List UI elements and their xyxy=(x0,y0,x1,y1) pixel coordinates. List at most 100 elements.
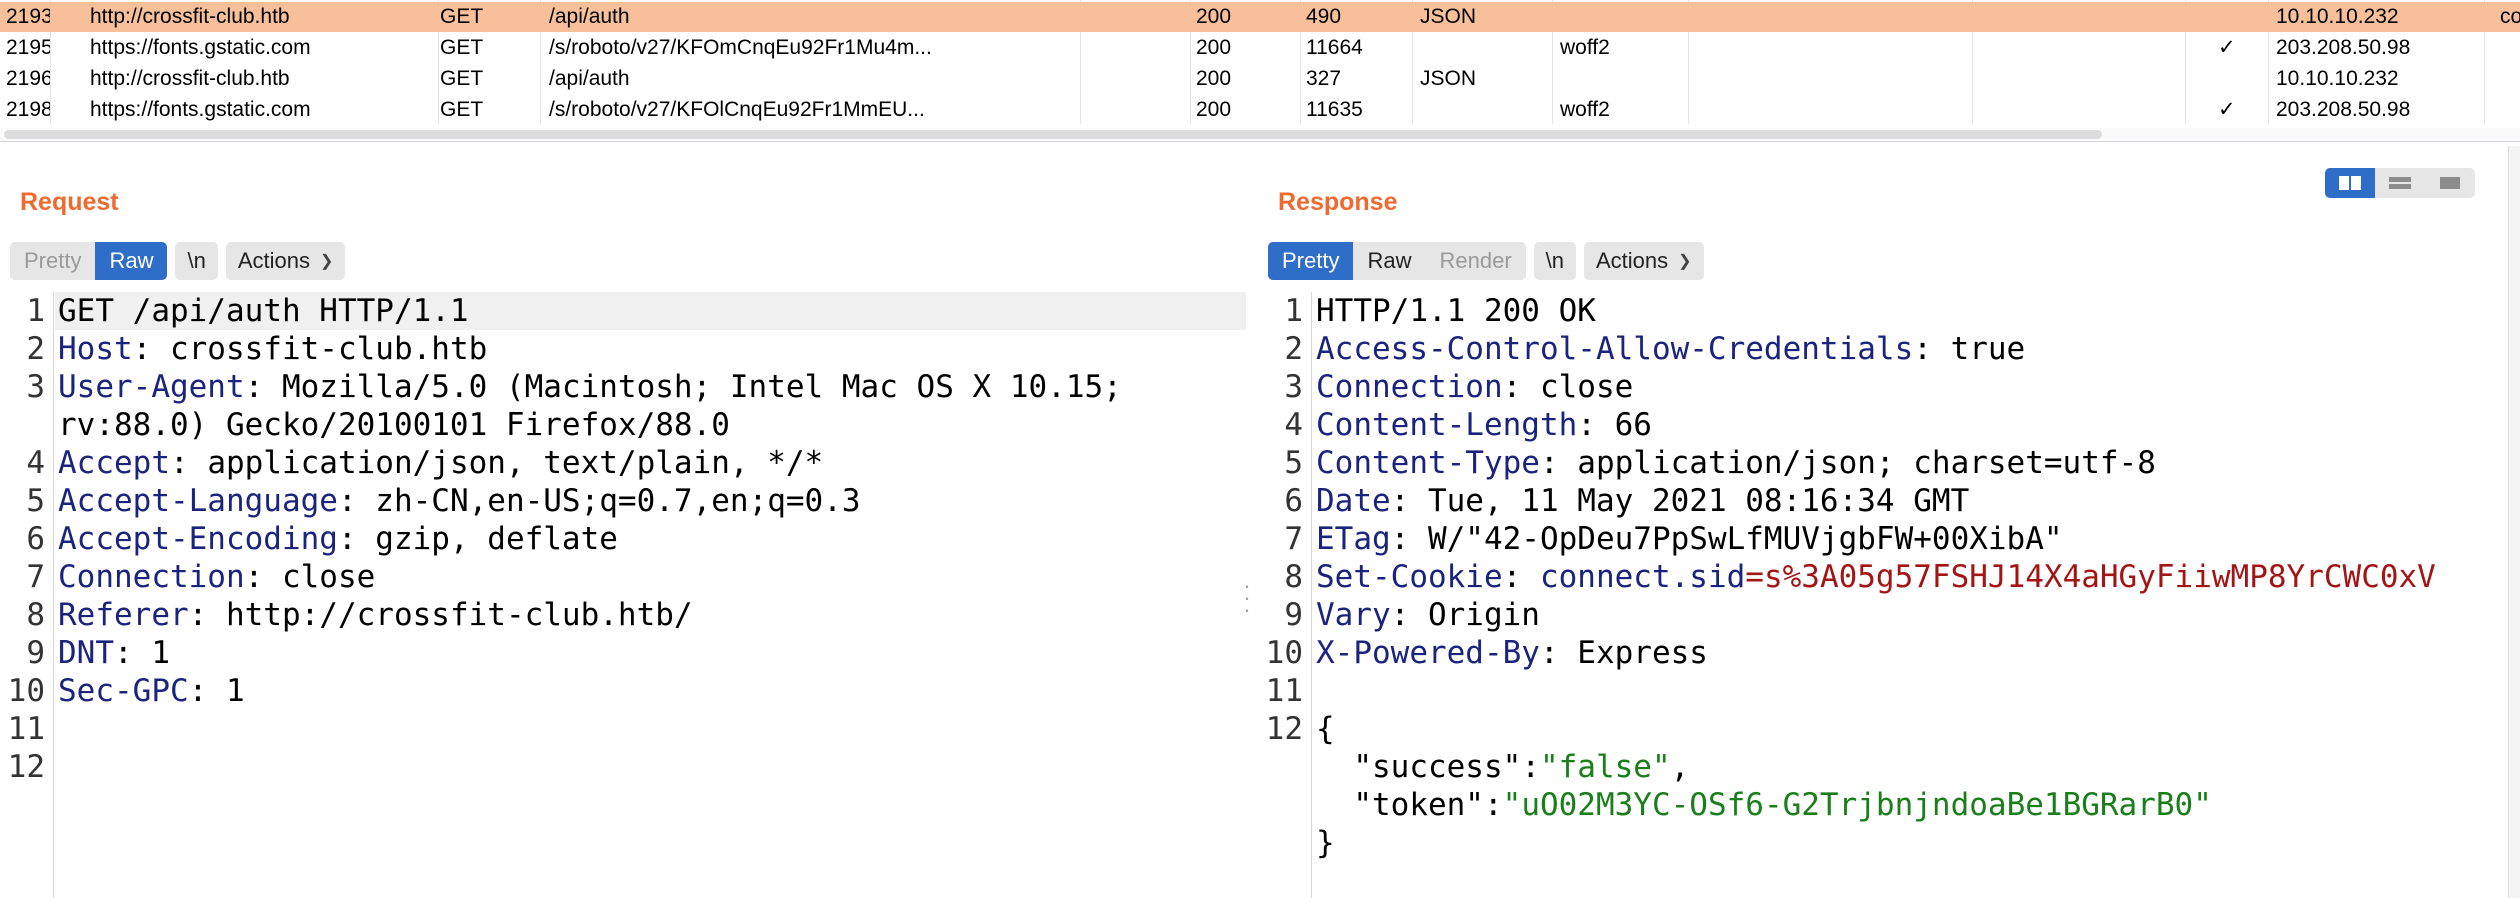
cell-host: http://crossfit-club.htb xyxy=(90,67,290,90)
code-line: Date: Tue, 11 May 2021 08:16:34 GMT xyxy=(1316,483,1970,519)
cell-ip: 203.208.50.98 xyxy=(2276,98,2411,121)
line-number: 1 xyxy=(26,293,45,329)
cell-method: GET xyxy=(440,98,484,121)
tab-raw[interactable]: Raw xyxy=(95,242,168,280)
cell-host: http://crossfit-club.htb xyxy=(90,5,290,28)
cell-method: GET xyxy=(440,5,484,28)
header-name: Set-Cookie xyxy=(1316,559,1503,595)
separator: : xyxy=(244,369,282,405)
line-number-gutter: 1 2 3 4 5 6 7 8 9 10 11 12 xyxy=(0,292,54,898)
scrollbar-thumb[interactable] xyxy=(4,130,2102,139)
table-row[interactable]: 2196 http://crossfit-club.htb GET/api/auth… xyxy=(0,64,2520,94)
newline-toggle-button[interactable]: \n xyxy=(1533,242,1576,280)
drag-handle-icon[interactable]: · · · xyxy=(1240,575,1254,621)
table-row[interactable]: 2195 https://fonts.gstatic.com GET/s/robot… xyxy=(0,33,2520,63)
cell-extension xyxy=(1554,2,1684,32)
header-value: GET /api/auth HTTP/1.1 xyxy=(58,293,469,329)
request-editor[interactable]: 1 2 3 4 5 6 7 8 9 10 11 12 GET /api/auth HTTP/1.1 Ho… xyxy=(0,292,1246,898)
checkmark-icon xyxy=(2212,2,2262,32)
line-number: 9 xyxy=(26,635,45,671)
separator: : xyxy=(114,635,152,671)
actions-label: Actions xyxy=(1596,248,1669,273)
status-line: HTTP/1.1 200 OK xyxy=(1316,293,1596,329)
header-name: Connection xyxy=(1316,369,1503,405)
tab-pretty[interactable]: Pretty xyxy=(1268,242,1354,280)
cell-method: GET xyxy=(440,36,484,59)
line-number: 9 xyxy=(1284,597,1303,633)
cell-comment: co xyxy=(2500,5,2520,28)
proxy-history-table: 2193 http://crossfit-club.htb GET/api/auth… xyxy=(0,0,2520,142)
cell-number: 2195 xyxy=(6,36,50,59)
line-number: 10 xyxy=(7,673,45,709)
header-value: close xyxy=(281,559,376,595)
checkmark-icon: ✓ xyxy=(2218,98,2236,121)
actions-button[interactable]: Actions ❯ xyxy=(225,242,346,280)
cell-url: /s/roboto/v27/KFOmCnqEu92Fr1Mu4m... xyxy=(549,36,932,59)
line-number: 5 xyxy=(1284,445,1303,481)
header-name: Content-Type xyxy=(1316,445,1540,481)
response-view-tabs: Pretty Raw Render xyxy=(1268,242,1526,280)
chevron-down-icon: ❯ xyxy=(320,253,334,270)
header-name: Accept xyxy=(58,445,170,481)
code-line: Set-Cookie: connect.sid=s%3A05g57FSHJ14X… xyxy=(1316,559,2436,595)
header-name: Accept-Language xyxy=(58,483,338,519)
header-value: application/json; charset=utf-8 xyxy=(1577,445,2156,481)
cell-status: 200 xyxy=(1196,5,1232,28)
line-number-gutter: 1 2 3 4 5 6 7 8 9 10 11 12 xyxy=(1258,292,1312,898)
split-vertical-icon[interactable] xyxy=(2325,168,2375,198)
header-value: application/json, text/plain, */* xyxy=(207,445,824,481)
header-value: true xyxy=(1950,331,2026,367)
line-number: 3 xyxy=(26,369,45,405)
single-pane-icon[interactable] xyxy=(2425,168,2475,198)
table-row[interactable]: 2198 https://fonts.gstatic.com GET/s/robot… xyxy=(0,95,2520,125)
header-name: Connection xyxy=(58,559,245,595)
separator: : xyxy=(337,483,376,519)
cell-status: 200 xyxy=(1196,98,1232,121)
split-horizontal-icon[interactable] xyxy=(2375,168,2425,198)
header-value: Express xyxy=(1577,635,1708,671)
code-line: Accept-Language: zh-CN,en-US;q=0.7,en;q=… xyxy=(58,482,861,520)
cell-host: https://fonts.gstatic.com xyxy=(90,98,311,121)
code-line: GET /api/auth HTTP/1.1 xyxy=(58,292,469,330)
actions-button[interactable]: Actions ❯ xyxy=(1584,242,1704,280)
json-value: "uO02M3YC-OSf6-G2TrjbnjndoaBe1BGRarB0" xyxy=(1502,787,2212,823)
response-editor[interactable]: 1 2 3 4 5 6 7 8 9 10 11 12 HTTP/1.1 200 OK Access-C… xyxy=(1258,292,2520,898)
tab-raw[interactable]: Raw xyxy=(1353,242,1426,280)
newline-toggle-button[interactable]: \n xyxy=(175,242,218,280)
header-value: Tue, 11 May 2021 08:16:34 GMT xyxy=(1427,483,1970,519)
horizontal-scrollbar[interactable] xyxy=(0,128,2520,140)
separator: : xyxy=(188,673,226,709)
line-number: 2 xyxy=(26,331,45,367)
header-value: zh-CN,en-US;q=0.7,en;q=0.3 xyxy=(375,483,861,519)
cell-length: 490 xyxy=(1306,5,1342,28)
code-line: "token":"uO02M3YC-OSf6-G2TrjbnjndoaBe1BG… xyxy=(1353,787,2212,823)
code-line: Vary: Origin xyxy=(1316,597,1540,633)
layout-toggle xyxy=(2325,168,2475,198)
header-value: Mozilla/5.0 (Macintosh; Intel Mac OS X 1… xyxy=(281,369,1122,405)
cell-length: 327 xyxy=(1306,67,1342,90)
line-number: 4 xyxy=(26,445,45,481)
line-number xyxy=(1258,748,1303,786)
cell-number: 2196 xyxy=(6,67,50,90)
separator: : xyxy=(337,521,376,557)
line-number: 8 xyxy=(1284,559,1303,595)
cookie-value: s%3A05g57FSHJ14X4aHGyFiiwMP8YrCWC0xV xyxy=(1763,559,2436,595)
header-name: X-Powered-By xyxy=(1316,635,1540,671)
header-value: http://crossfit-club.htb/ xyxy=(225,597,693,633)
json-key: "token" xyxy=(1353,787,1484,823)
line-number: 12 xyxy=(1265,711,1303,747)
code-line: "success":"false", xyxy=(1353,749,1690,785)
table-row[interactable]: 2193 http://crossfit-club.htb GET/api/auth… xyxy=(0,2,2520,32)
header-value: W/"42-OpDeu7PpSwLfMUVjgbFW+00XibA" xyxy=(1427,521,2063,557)
cell-status: 200 xyxy=(1196,36,1232,59)
tab-render[interactable]: Render xyxy=(1425,242,1526,280)
line-number: 5 xyxy=(26,483,45,519)
separator: : xyxy=(188,597,226,633)
code-line: ETag: W/"42-OpDeu7PpSwLfMUVjgbFW+00XibA" xyxy=(1316,521,2063,557)
code-line: Host: crossfit-club.htb xyxy=(58,330,487,368)
separator: : xyxy=(244,559,282,595)
header-name: Access-Control-Allow-Credentials xyxy=(1316,331,1914,367)
cell-host: https://fonts.gstatic.com xyxy=(90,36,311,59)
cell-extension xyxy=(1554,64,1684,94)
tab-pretty[interactable]: Pretty xyxy=(10,242,96,280)
